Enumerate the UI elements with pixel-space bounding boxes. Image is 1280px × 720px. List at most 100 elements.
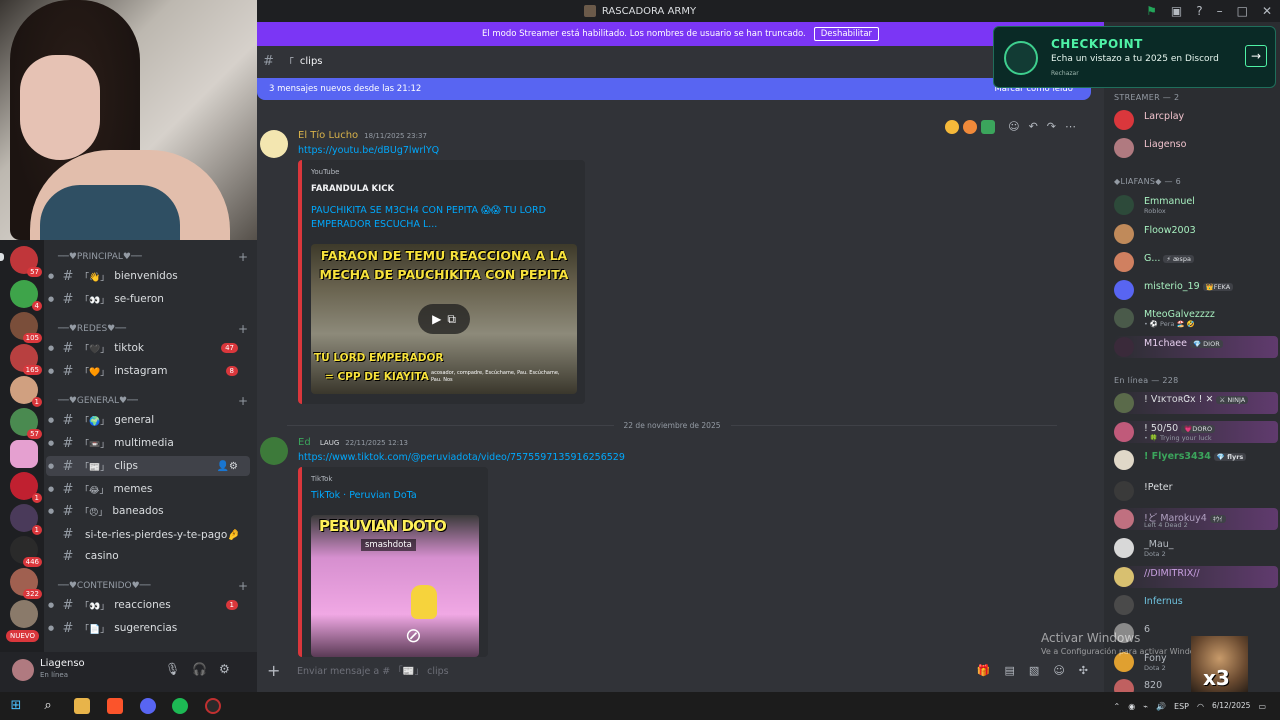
windows-start-icon[interactable]: ⊞ [8, 698, 24, 714]
server-icon[interactable]: 165 [10, 344, 42, 375]
apps-icon[interactable]: ✣ [1079, 664, 1088, 677]
server-icon[interactable]: 1 [10, 504, 42, 535]
author-avatar[interactable] [260, 130, 288, 158]
add-channel-icon[interactable]: + [238, 250, 248, 264]
channel-se-fueron[interactable]: ● # 「👀」 se-fueron [46, 289, 250, 309]
category-contenido[interactable]: ──♥CONTENIDO♥── + [58, 579, 248, 593]
language-indicator[interactable]: ESP [1174, 702, 1189, 711]
member-item[interactable]: //DIMITRIX// [1114, 566, 1278, 588]
channel-si-te-ries[interactable]: # si-te-ries-pierdes-y-te-pago🤌 [46, 524, 250, 544]
channel-sugerencias[interactable]: ● # 「📄」 sugerencias [46, 618, 250, 638]
channel-baneados[interactable]: ● # 「😠」 baneados [46, 501, 250, 521]
new-messages-bar[interactable]: 3 mensajes nuevos desde las 21:12 Marcar… [257, 78, 1091, 100]
member-item[interactable]: ! 50/50 💗DORO • 🍀 Trying your luck [1114, 421, 1278, 443]
server-icon[interactable]: 4 [10, 280, 42, 311]
spotify-icon[interactable] [172, 698, 188, 714]
author-avatar[interactable] [260, 437, 288, 465]
close-button[interactable]: ✕ [1262, 4, 1272, 18]
member-item[interactable]: Infernus [1114, 594, 1278, 616]
channel-settings-icon[interactable]: 👤⚙ [217, 461, 238, 472]
microphone-icon[interactable]: 🎙 [165, 662, 180, 676]
message-author[interactable]: El Tío Lucho 18/11/2025 23:37 [298, 130, 427, 141]
disable-streamer-button[interactable]: Deshabilitar [813, 27, 880, 41]
channel-tiktok[interactable]: ● # 「🖤」 tiktok 47 [46, 338, 250, 358]
server-icon[interactable]: 322 [10, 568, 42, 599]
message-author[interactable]: Ed LAUG 22/11/2025 12:13 [298, 437, 408, 448]
sticker-icon[interactable]: ▧ [1029, 664, 1039, 677]
member-item[interactable]: Floow2003 [1114, 223, 1278, 245]
member-item[interactable]: ! VɪᴋᴛᴏʀᏣx ! ✕ ⚔ NINJA [1114, 392, 1278, 414]
checkpoint-dismiss-link[interactable]: Rechazar [1051, 70, 1079, 77]
check-emoji-icon[interactable] [981, 120, 995, 134]
server-icon[interactable]: 105 [10, 312, 42, 343]
member-item[interactable]: MteoGalvezzzz • ⚽ Pera 🏖️ 🤣 [1114, 307, 1278, 329]
channel-bienvenidos[interactable]: ● # 「👋」 bienvenidos [46, 266, 250, 286]
reply-icon[interactable]: ↶ [1029, 120, 1038, 133]
member-item[interactable]: M1chaee 💎 DIOR [1114, 336, 1278, 358]
clock[interactable]: 6/12/2025 [1212, 701, 1250, 711]
server-icon[interactable] [10, 600, 38, 628]
maximize-button[interactable]: □ [1237, 4, 1248, 18]
message-input[interactable]: Enviar mensaje a # 「📰」 clips [297, 663, 449, 677]
embed-title[interactable]: PAUCHIKITA SE M3CH4 CON PEPITA 😱😱 TU LOR… [311, 204, 571, 232]
member-item[interactable]: !Peter [1114, 480, 1278, 502]
video-thumbnail[interactable]: FARAON DE TEMU REACCIONA A LA MECHA DE P… [311, 244, 577, 394]
member-item[interactable]: Liagenso [1114, 137, 1278, 159]
forward-icon[interactable]: ↷ [1047, 120, 1056, 133]
server-icon[interactable]: 446 [10, 536, 42, 567]
server-icon[interactable]: 57 [10, 246, 42, 277]
gift-icon[interactable]: 🎁 [977, 664, 991, 677]
search-icon[interactable]: ⌕ [40, 698, 56, 714]
user-avatar[interactable] [12, 659, 34, 681]
obs-icon[interactable] [205, 698, 221, 714]
headphones-icon[interactable]: 🎧 [192, 662, 207, 676]
emoji-icon[interactable]: ☺ [1053, 664, 1064, 677]
channel-general[interactable]: ● # 「🌍」 general [46, 410, 250, 430]
volume-icon[interactable]: 🔊 [1156, 702, 1166, 711]
category-redes[interactable]: ──♥REDES♥── + [58, 322, 248, 336]
laugh-emoji-icon[interactable] [945, 120, 959, 134]
checkpoint-popup[interactable]: CHECKPOINT Echa un vistazo a tu 2025 en … [993, 26, 1276, 88]
member-item[interactable]: G... ⚡ æspa [1114, 251, 1278, 273]
add-channel-icon[interactable]: + [238, 394, 248, 408]
add-channel-icon[interactable]: + [238, 322, 248, 336]
add-reaction-icon[interactable]: ☺ [1008, 120, 1019, 133]
notifications-icon[interactable]: ▭ [1258, 702, 1266, 711]
gif-icon[interactable]: ▤ [1005, 664, 1015, 677]
member-item[interactable]: _Mau_ Dota 2 [1114, 537, 1278, 559]
inbox-icon[interactable]: ▣ [1171, 4, 1182, 18]
discord-icon[interactable] [140, 698, 156, 714]
network-icon[interactable]: ⌁ [1143, 702, 1148, 711]
channel-memes[interactable]: ● # 「😂」 memes [46, 479, 250, 499]
member-item[interactable]: misterio_19 👑FEKA [1114, 279, 1278, 301]
embed-author[interactable]: FARANDULA KICK [311, 184, 394, 194]
server-icon[interactable]: 1 [10, 472, 42, 503]
video-thumbnail[interactable]: PERUVIAN DOTO smashdota ⊘ [311, 515, 479, 657]
channel-clips[interactable]: ● # 「📰」 clips 👤⚙ [46, 456, 250, 476]
play-button[interactable]: ▶ ⧉ [418, 304, 470, 334]
settings-gear-icon[interactable]: ⚙ [219, 662, 230, 676]
server-icon[interactable]: 1 [10, 376, 42, 407]
server-icon[interactable]: 57 [10, 408, 42, 439]
tray-chevron-icon[interactable]: ⌃ [1114, 702, 1121, 711]
brave-browser-icon[interactable] [107, 698, 123, 714]
file-explorer-icon[interactable] [74, 698, 90, 714]
message-link[interactable]: https://youtu.be/dBUg7lwrlYQ [298, 145, 439, 156]
category-principal[interactable]: ──♥PRINCIPAL♥── + [58, 250, 248, 264]
member-item[interactable]: !ど Marokuy4 ｷｳｲ Left 4 Dead 2 [1114, 508, 1278, 530]
arrow-right-icon[interactable]: → [1245, 45, 1267, 67]
member-item[interactable]: Larcplay [1114, 109, 1278, 131]
category-general[interactable]: ──♥GENERAL♥── + [58, 394, 248, 408]
message-link[interactable]: https://www.tiktok.com/@peruviadota/vide… [298, 452, 625, 463]
channel-reacciones[interactable]: ● # 「👀」 reacciones 1 [46, 595, 250, 615]
more-icon[interactable]: ⋯ [1065, 120, 1076, 133]
attach-plus-icon[interactable]: + [267, 661, 280, 680]
member-item[interactable]: Emmanuel Roblox [1114, 194, 1278, 216]
minimize-button[interactable]: – [1217, 4, 1223, 18]
flag-icon[interactable]: ⚑ [1146, 4, 1157, 18]
love-emoji-icon[interactable] [963, 120, 977, 134]
wifi-icon[interactable]: ◠ [1197, 702, 1204, 711]
embed-title[interactable]: TikTok · Peruvian DoTa [311, 489, 571, 503]
help-icon[interactable]: ? [1196, 4, 1202, 18]
channel-multimedia[interactable]: ● # 「📼」 multimedia [46, 433, 250, 453]
